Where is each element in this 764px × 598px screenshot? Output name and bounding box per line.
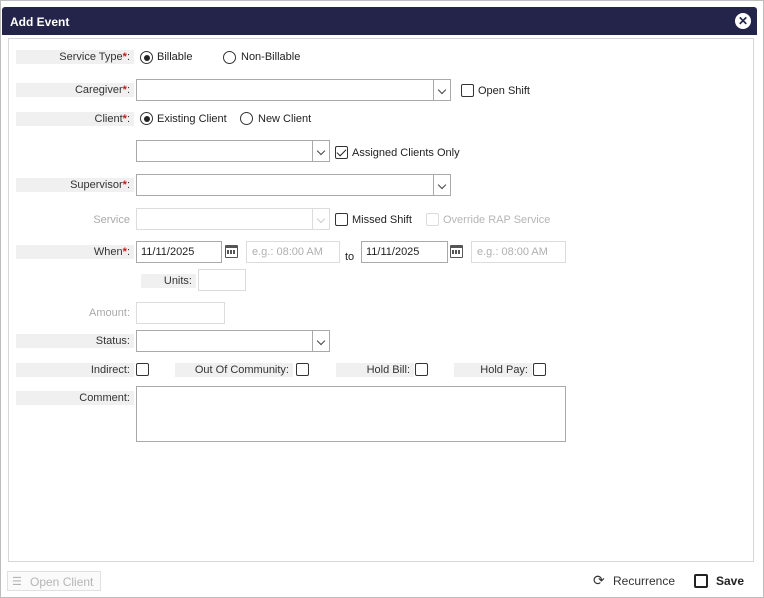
client-new-radio[interactable] [240,112,253,125]
override-rap-checkbox [426,213,439,226]
start-time-input[interactable]: e.g.: 08:00 AM [246,241,340,263]
chevron-down-icon[interactable] [312,331,329,351]
end-date-input[interactable]: 11/11/2025 [361,241,448,263]
save-label: Save [716,574,745,588]
units-label: Units: [141,274,196,288]
client-select[interactable] [136,140,330,162]
dialog-titlebar: Add Event ✕ [2,7,757,35]
new-client-label: New Client [258,113,312,125]
hold-bill-checkbox[interactable] [415,363,428,376]
hold-pay-checkbox[interactable] [533,363,546,376]
client-label: Client*: [16,112,134,126]
out-of-community-checkbox[interactable] [296,363,309,376]
caregiver-label: Caregiver*: [16,83,134,97]
chevron-down-icon [312,209,329,229]
non-billable-label: Non-Billable [241,51,301,63]
service-type-label: Service Type*: [16,50,134,64]
to-label: to [345,251,355,263]
supervisor-select[interactable] [136,174,451,196]
save-icon [694,574,708,588]
amount-label: Amount: [16,306,134,320]
open-client-button: ☰ Open Client [7,571,101,591]
start-date-value: 11/11/2025 [141,246,195,258]
comment-label: Comment: [16,391,134,405]
existing-client-label: Existing Client [157,113,227,125]
end-time-placeholder: e.g.: 08:00 AM [477,246,548,258]
missed-shift-checkbox[interactable] [335,213,348,226]
recurrence-button[interactable]: ⟳ Recurrence [593,571,683,591]
start-time-placeholder: e.g.: 08:00 AM [252,246,323,258]
open-client-label: Open Client [30,575,94,589]
open-shift-label: Open Shift [478,85,530,97]
chevron-down-icon[interactable] [433,80,450,100]
comment-textarea[interactable] [136,386,566,442]
service-type-non-billable-radio[interactable] [223,51,236,64]
when-label: When*: [16,245,134,259]
assigned-clients-only-label: Assigned Clients Only [352,147,460,159]
user-list-icon: ☰ [12,576,22,588]
hold-bill-label: Hold Bill: [336,363,414,377]
form-body: Service Type*: Billable Non-Billable Car… [8,38,754,562]
service-type-billable-radio[interactable] [140,51,153,64]
open-shift-checkbox[interactable] [461,84,474,97]
status-select[interactable] [136,330,330,352]
end-date-value: 11/11/2025 [366,246,420,258]
start-date-input[interactable]: 11/11/2025 [136,241,222,263]
client-existing-radio[interactable] [140,112,153,125]
chevron-down-icon[interactable] [312,141,329,161]
hold-pay-label: Hold Pay: [454,363,532,377]
status-label: Status: [16,334,134,348]
indirect-checkbox[interactable] [136,363,149,376]
close-icon[interactable]: ✕ [735,13,751,29]
end-time-input[interactable]: e.g.: 08:00 AM [471,241,566,263]
override-rap-label: Override RAP Service [443,214,551,226]
save-button[interactable]: Save [694,571,750,591]
dialog-title: Add Event [10,15,70,29]
billable-label: Billable [157,51,193,63]
amount-input[interactable] [136,302,225,324]
missed-shift-label: Missed Shift [352,214,412,226]
add-event-dialog: Add Event ✕ Service Type*: Billable Non-… [0,0,764,598]
chevron-down-icon[interactable] [433,175,450,195]
units-input[interactable] [198,269,246,291]
recurrence-label: Recurrence [613,574,676,588]
caregiver-select[interactable] [136,79,451,101]
refresh-icon: ⟳ [593,572,605,588]
supervisor-label: Supervisor*: [16,178,134,192]
indirect-label: Indirect: [16,363,134,377]
calendar-icon[interactable] [450,245,463,258]
assigned-clients-only-checkbox[interactable] [335,146,348,159]
service-select [136,208,330,230]
out-of-community-label: Out Of Community: [175,363,293,377]
service-label: Service [16,213,134,227]
calendar-icon[interactable] [225,245,238,258]
